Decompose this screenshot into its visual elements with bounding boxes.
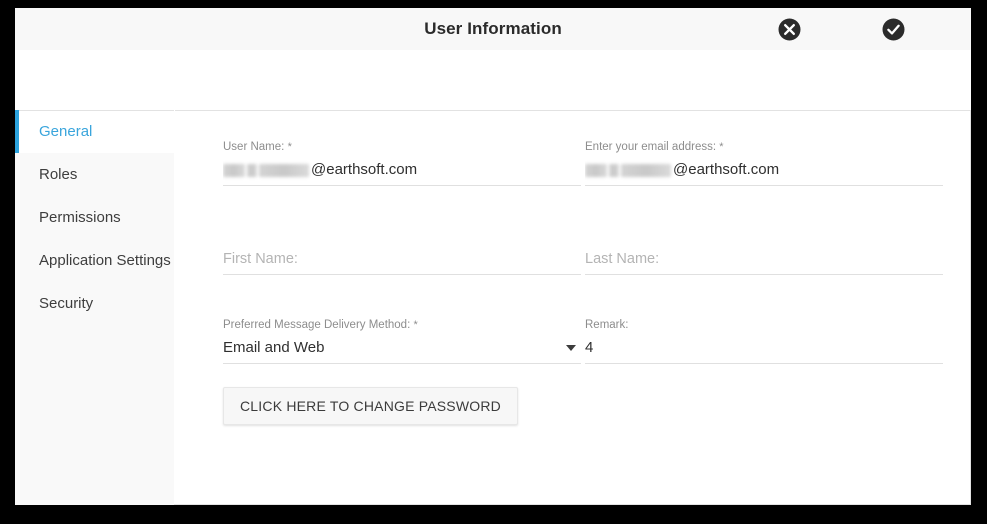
check-circle-icon[interactable] (881, 17, 906, 42)
sidebar-item-application-settings[interactable]: Application Settings (15, 239, 174, 282)
remark-field: Remark: 4 (585, 318, 943, 364)
page-title: User Information (424, 19, 562, 38)
user-name-field: User Name: * @earthsoft.com (223, 140, 581, 186)
delivery-method-field: Preferred Message Delivery Method: * Ema… (223, 318, 581, 364)
user-name-input[interactable]: @earthsoft.com (223, 155, 581, 186)
sidebar-item-label: Roles (39, 166, 78, 183)
first-name-input[interactable]: First Name: (223, 244, 581, 275)
redacted-text (259, 163, 309, 177)
email-label: Enter your email address: * (585, 141, 724, 153)
user-name-label: User Name: * (223, 141, 292, 153)
change-password-button[interactable]: CLICK HERE TO CHANGE PASSWORD (223, 387, 518, 425)
dialog-titlebar: User Information (15, 8, 971, 51)
last-name-input[interactable]: Last Name: (585, 244, 943, 275)
first-name-label (223, 229, 581, 244)
email-input[interactable]: @earthsoft.com (585, 155, 943, 186)
dialog-window: User Information General Roles Permissio… (15, 8, 971, 505)
sidebar-item-label: Permissions (39, 209, 121, 226)
redacted-text (609, 163, 619, 177)
redacted-text (585, 163, 607, 177)
sidebar-item-general[interactable]: General (15, 110, 175, 153)
last-name-label (585, 229, 943, 244)
first-name-field: First Name: (223, 229, 581, 275)
remark-input[interactable]: 4 (585, 333, 943, 364)
remark-label: Remark: (585, 319, 629, 331)
sidebar-item-label: Security (39, 295, 94, 312)
email-domain: @earthsoft.com (673, 161, 780, 178)
delivery-method-value: Email and Web (223, 339, 325, 356)
sidebar-tabs: General Roles Permissions Application Se… (15, 110, 175, 505)
redacted-text (223, 163, 245, 177)
required-marker: * (287, 141, 292, 153)
sidebar-item-label: Application Settings (39, 252, 171, 269)
required-marker: * (719, 141, 724, 153)
dialog-body: General Roles Permissions Application Se… (15, 50, 971, 505)
sidebar-item-label: General (39, 123, 93, 140)
form-row: First Name: Last Name: (223, 229, 943, 318)
form-row: User Name: * @earthsoft.com Enter your e… (223, 140, 943, 229)
general-tab-panel: User Name: * @earthsoft.com Enter your e… (174, 110, 971, 505)
redacted-text (621, 163, 671, 177)
delivery-method-select[interactable]: Email and Web (223, 333, 581, 364)
last-name-field: Last Name: (585, 229, 943, 275)
email-field: Enter your email address: * @earthsoft.c… (585, 140, 943, 186)
redacted-text (247, 163, 257, 177)
user-name-domain: @earthsoft.com (311, 161, 418, 178)
chevron-down-icon[interactable] (566, 345, 576, 351)
close-circle-icon[interactable] (777, 17, 802, 42)
sidebar-item-security[interactable]: Security (15, 282, 174, 325)
sidebar-item-roles[interactable]: Roles (15, 153, 174, 196)
user-information-form: User Name: * @earthsoft.com Enter your e… (223, 140, 943, 407)
sidebar-item-permissions[interactable]: Permissions (15, 196, 174, 239)
delivery-method-label: Preferred Message Delivery Method: * (223, 319, 418, 331)
required-marker: * (413, 319, 418, 331)
